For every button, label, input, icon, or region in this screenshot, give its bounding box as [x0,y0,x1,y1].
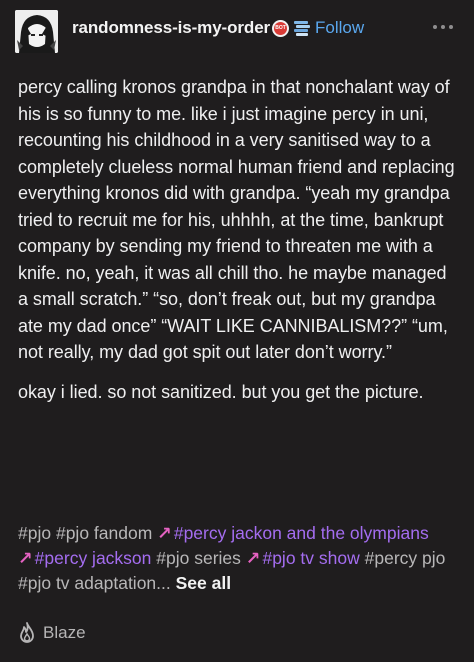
tag-percy-pjo[interactable]: #percy pjo [365,548,446,568]
tag-pjo-series[interactable]: #pjo series [156,548,241,568]
tag-percy-jackson[interactable]: #percy jackson [35,548,152,568]
avatar-image [15,10,58,53]
post-header: randomness-is-my-order BOT Follow [0,0,474,64]
tag-pjo-tv-adaptation[interactable]: #pjo tv adaptation... [18,573,171,593]
follow-button[interactable]: Follow [315,18,364,38]
stack-badge-icon[interactable] [292,18,312,38]
post-paragraph: percy calling kronos grandpa in that non… [18,77,455,362]
trending-arrow-icon: ↗ [245,548,261,568]
tag-percy-jackon-and-the-olympians[interactable]: #percy jackon and the olympians [174,523,429,543]
avatar[interactable] [15,10,58,53]
trending-arrow-icon: ↗ [157,523,172,543]
blaze-label: Blaze [43,623,86,642]
post-body: percy calling kronos grandpa in that non… [18,74,458,418]
post-paragraph: okay i lied. so not sanitized. but you g… [18,381,424,402]
flame-icon [20,622,34,643]
trending-arrow-icon: ↗ [18,548,33,568]
tag-list: #pjo #pjo fandom ↗ #percy jackon and the … [18,521,462,596]
tag-pjo-fandom[interactable]: #pjo fandom [56,523,152,543]
see-all-tags-button[interactable]: See all [176,573,231,593]
bot-badge-icon[interactable]: BOT [272,20,289,37]
more-options-icon[interactable] [428,16,458,38]
bot-badge-text: BOT [274,22,287,35]
username[interactable]: randomness-is-my-order [72,18,270,38]
blaze-button[interactable]: Blaze [17,620,86,646]
tag-pjo-tv-show[interactable]: #pjo tv show [262,548,359,568]
tag-pjo[interactable]: #pjo [18,523,51,543]
